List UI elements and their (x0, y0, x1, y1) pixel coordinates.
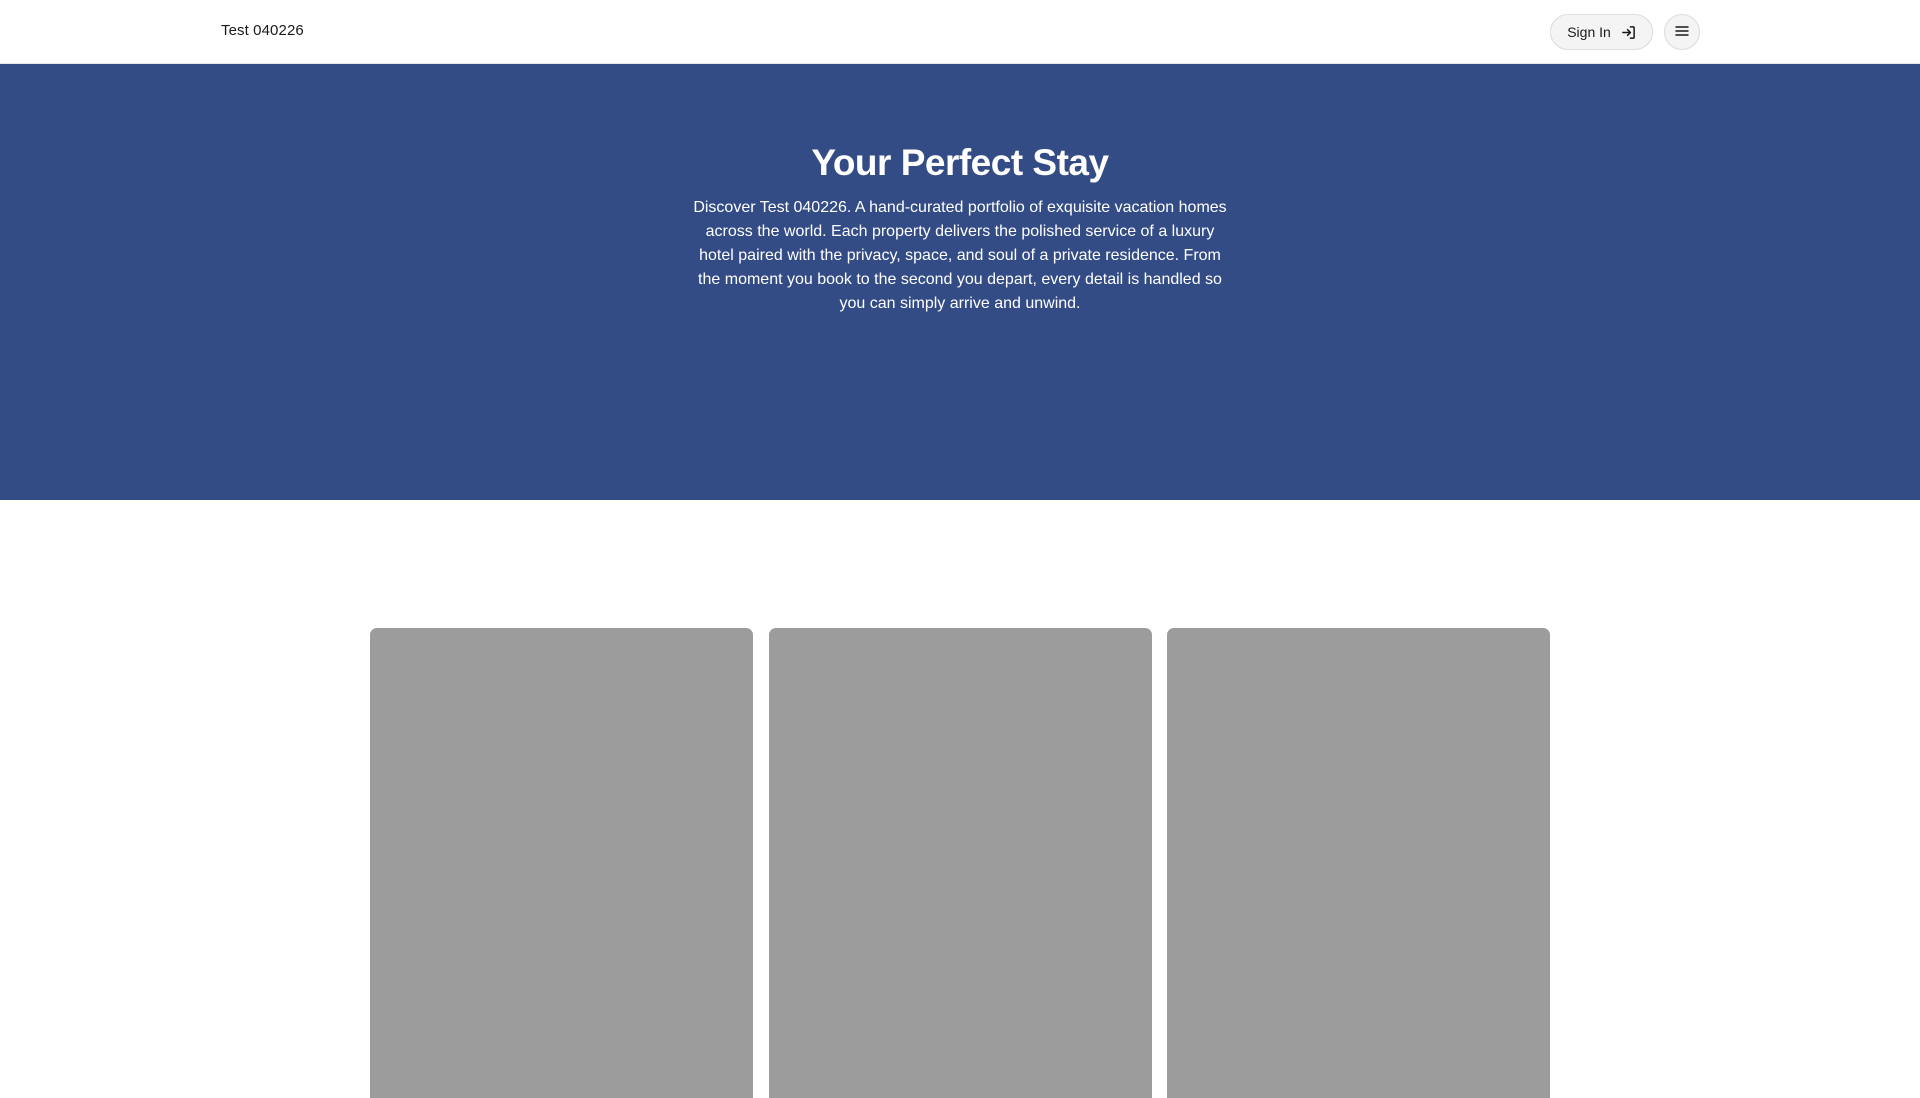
sign-in-icon (1621, 25, 1636, 40)
brand-logo-text[interactable]: Test 040226 (221, 22, 304, 39)
hero-title: Your Perfect Stay (811, 142, 1109, 183)
site-header: Test 040226 Sign In (0, 0, 1920, 64)
sign-in-button[interactable]: Sign In (1550, 14, 1653, 50)
hamburger-menu-icon (1675, 25, 1689, 40)
sign-in-label: Sign In (1567, 24, 1611, 40)
hero-section: Your Perfect Stay Discover Test 040226. … (0, 64, 1920, 500)
property-card-image-placeholder[interactable] (1167, 628, 1550, 1098)
property-cards (370, 628, 1550, 1098)
hero-description: Discover Test 040226. A hand-curated por… (693, 199, 1227, 312)
property-card-image-placeholder[interactable] (769, 628, 1152, 1098)
menu-button[interactable] (1664, 14, 1700, 50)
property-card-image-placeholder[interactable] (370, 628, 753, 1098)
